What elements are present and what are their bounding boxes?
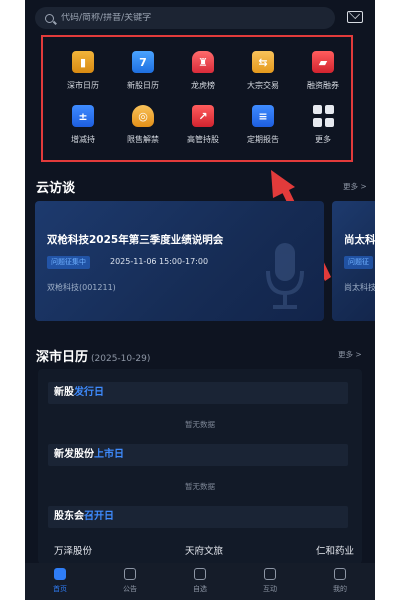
tile-block-trade[interactable]: ⇆ 大宗交易: [233, 51, 293, 91]
tile-label: 龙虎榜: [191, 81, 215, 90]
section-title-cloud-interview: 云访谈: [36, 181, 76, 196]
tile-label: 增减持: [71, 135, 95, 144]
nav-label: 首页: [53, 585, 67, 593]
report-icon: ≡: [252, 105, 274, 127]
agm-company-list: 万泽股份 天府文旅 仁和药业: [54, 543, 354, 557]
nav-label: 自选: [193, 585, 207, 593]
nav-announcements[interactable]: 公告: [95, 563, 165, 600]
cloud-more-link[interactable]: 更多 >: [343, 181, 367, 192]
status-badge: 问题征: [344, 256, 373, 269]
nav-interaction[interactable]: 互动: [235, 563, 305, 600]
tile-periodic-report[interactable]: ≡ 定期报告: [233, 105, 293, 145]
row-prefix: 新发股份: [54, 449, 94, 460]
card-stock: 尚太科技: [344, 283, 375, 292]
interview-card[interactable]: 尚太科 问题征 尚太科技: [332, 201, 375, 321]
grid-more-icon: [312, 105, 334, 127]
tile-label: 更多: [315, 135, 331, 144]
microphone-icon: [266, 243, 304, 309]
section-title-shenzhen-calendar: 深市日历 (2025-10-29): [36, 346, 150, 365]
calendar-title: 深市日历: [36, 350, 89, 365]
nav-watchlist[interactable]: 自选: [165, 563, 235, 600]
tile-more[interactable]: 更多: [293, 105, 353, 145]
status-badge: 问题征集中: [47, 256, 90, 269]
empty-state: 暂无数据: [185, 420, 215, 429]
card-title: 双枪科技2025年第三季度业绩说明会: [47, 234, 224, 246]
tile-label: 新股日历: [127, 81, 159, 90]
tile-label: 深市日历: [67, 81, 99, 90]
search-input[interactable]: [61, 13, 311, 23]
announcement-icon: [124, 568, 136, 580]
calendar-panel: 新股发行日 暂无数据 新发股份上市日 暂无数据 股东会召开日 万泽股份 天府文旅…: [38, 369, 362, 564]
chat-icon: [264, 568, 276, 580]
row-highlight: 发行日: [74, 387, 104, 398]
list-item[interactable]: 天府文旅: [185, 543, 223, 557]
mail-icon[interactable]: [347, 11, 363, 23]
tile-margin-trading[interactable]: ▰ 融资融券: [293, 51, 353, 91]
tile-label: 定期报告: [247, 135, 279, 144]
dragon-tiger-icon: ♜: [192, 51, 214, 73]
calendar-more-link[interactable]: 更多 >: [338, 349, 362, 360]
row-prefix: 股东会: [54, 511, 84, 522]
tile-label: 融资融券: [307, 81, 339, 90]
search-icon: [45, 13, 54, 23]
tile-dragon-tiger[interactable]: ♜ 龙虎榜: [173, 51, 233, 91]
tile-label: 高管持股: [187, 135, 219, 144]
calendar-chart-icon: ▮: [72, 51, 94, 73]
profile-icon: [334, 568, 346, 580]
row-highlight: 召开日: [84, 511, 114, 522]
interview-card[interactable]: 双枪科技2025年第三季度业绩说明会 问题征集中 2025-11-06 15:0…: [35, 201, 324, 321]
tile-shenzhen-calendar[interactable]: ▮ 深市日历: [53, 51, 113, 91]
tile-ipo-calendar[interactable]: 7 新股日历: [113, 51, 173, 91]
nav-profile[interactable]: 我的: [305, 563, 375, 600]
agm-header[interactable]: 股东会召开日: [48, 506, 348, 528]
wallet-icon: ▰: [312, 51, 334, 73]
executive-icon: ↗: [192, 105, 214, 127]
calendar-icon: 7: [132, 51, 154, 73]
tile-lockup-expiry[interactable]: ◎ 限售解禁: [113, 105, 173, 145]
trend-icon: [194, 568, 206, 580]
nav-label: 公告: [123, 585, 137, 593]
row-highlight: 上市日: [94, 449, 124, 460]
nav-label: 我的: [333, 585, 347, 593]
card-stock: 双枪科技(001211): [47, 283, 116, 292]
tile-label: 大宗交易: [247, 81, 279, 90]
empty-state: 暂无数据: [185, 482, 215, 491]
search-bar[interactable]: [35, 7, 335, 29]
bottom-nav: 首页 公告 自选 互动 我的: [25, 563, 375, 600]
function-grid: ▮ 深市日历 7 新股日历 ♜ 龙虎榜 ⇆ 大宗交易 ▰ 融资融券 ± 增减持: [53, 51, 353, 145]
card-title: 尚太科: [344, 234, 375, 246]
tile-executive-holdings[interactable]: ↗ 高管持股: [173, 105, 233, 145]
exchange-icon: ⇆: [252, 51, 274, 73]
top-bar: [25, 0, 375, 34]
home-icon: [54, 568, 66, 580]
highlighted-function-grid: ▮ 深市日历 7 新股日历 ♜ 龙虎榜 ⇆ 大宗交易 ▰ 融资融券 ± 增减持: [41, 35, 353, 162]
nav-label: 互动: [263, 585, 277, 593]
row-prefix: 新股: [54, 387, 74, 398]
list-item[interactable]: 仁和药业: [316, 543, 354, 557]
nav-home[interactable]: 首页: [25, 563, 95, 600]
card-time: 2025-11-06 15:00-17:00: [110, 257, 209, 266]
calendar-date: (2025-10-29): [91, 354, 151, 364]
app-screen: ▮ 深市日历 7 新股日历 ♜ 龙虎榜 ⇆ 大宗交易 ▰ 融资融券 ± 增减持: [25, 0, 375, 600]
shield-unlock-icon: ◎: [132, 105, 154, 127]
tile-label: 限售解禁: [127, 135, 159, 144]
ipo-issue-header[interactable]: 新股发行日: [48, 382, 348, 404]
plus-minus-icon: ±: [72, 105, 94, 127]
listing-header[interactable]: 新发股份上市日: [48, 444, 348, 466]
list-item[interactable]: 万泽股份: [54, 543, 92, 557]
tile-holding-change[interactable]: ± 增减持: [53, 105, 113, 145]
